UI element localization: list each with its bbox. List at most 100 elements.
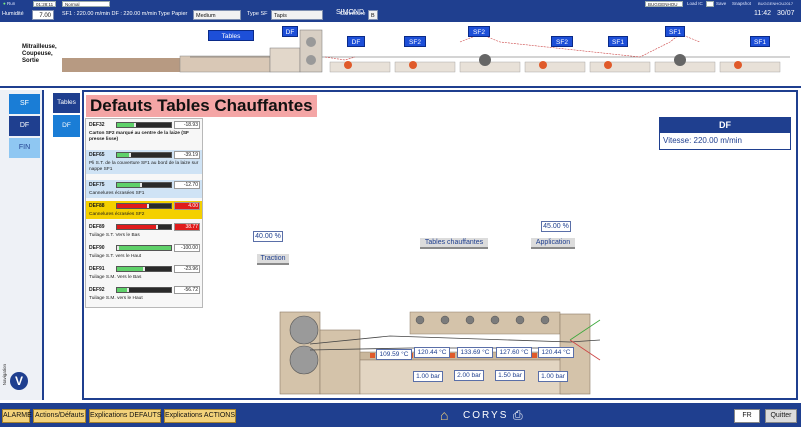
defect-row-def89[interactable]: DEF89 38.77: [86, 222, 202, 232]
language-button[interactable]: FR: [734, 409, 760, 423]
defect-level-bar: [116, 266, 172, 272]
traction-button[interactable]: Traction: [257, 254, 289, 265]
nav-df[interactable]: DF: [9, 116, 40, 136]
defect-level-bar: [116, 224, 172, 230]
temp-readout-2: 120.44 °C: [414, 347, 450, 358]
save-button[interactable]: Save: [716, 1, 726, 7]
brand-logo: CORYS: [463, 410, 509, 421]
defect-row-def90[interactable]: DEF90 -100.00: [86, 243, 202, 253]
sf2-station-button-2[interactable]: SF2: [551, 36, 573, 47]
cutter-unit: [179, 55, 271, 73]
toolbar: Humidité 7.00 SF1 : 220.00 m/min DF : 22…: [0, 8, 801, 22]
defect-desc-def75: Cannelures écrasées SF1: [86, 190, 202, 198]
top-status-strip: ● Run 01:28:11 Normal BUGGENHOU Load IC …: [0, 0, 801, 8]
station-sf2b: [524, 61, 586, 73]
explications-actions-button[interactable]: Explications ACTIONS: [164, 409, 236, 423]
defect-value: 4.00: [174, 202, 200, 210]
actions-defauts-button[interactable]: Actions/Défauts: [33, 409, 86, 423]
df-speed-panel: DF Vitesse: 220.00 m/min: [659, 117, 791, 150]
defect-row-def91[interactable]: DEF91 -23.96: [86, 264, 202, 274]
defect-level-bar: [116, 245, 172, 251]
station-sf2a: [394, 61, 456, 73]
date-display: 30/07: [777, 10, 795, 17]
home-icon[interactable]: ⌂: [440, 407, 448, 423]
session-label: BUGGENHOU2017: [758, 1, 794, 6]
defect-list[interactable]: DEF32 -18.93 Carton SF2 marqué au centre…: [85, 118, 203, 308]
df-speed-readout: Vitesse: 220.00 m/min: [663, 136, 743, 145]
defect-code: DEF88: [89, 203, 105, 209]
defect-value: -56.72: [174, 286, 200, 294]
tables-chauffantes-button[interactable]: Tables chauffantes: [420, 238, 488, 249]
defect-row-def32[interactable]: DEF32 -18.93: [86, 120, 202, 130]
double-facer: [269, 47, 301, 73]
defect-code: DEF65: [89, 152, 105, 158]
preheater-roll-bottom: [306, 55, 316, 65]
preheater-tower: [299, 29, 323, 73]
df-section-button[interactable]: DF: [282, 26, 298, 37]
quit-button[interactable]: Quitter: [765, 409, 797, 423]
station-sf1a: [589, 61, 651, 73]
time-display: 11:42: [754, 10, 771, 17]
defect-row-def65[interactable]: DEF65 -39.19: [86, 150, 202, 160]
run-label: Run: [6, 1, 16, 6]
user-select[interactable]: BUGGENHOU: [645, 1, 683, 7]
weight-roll-frame: [409, 311, 561, 335]
nav-fin[interactable]: FIN: [9, 138, 40, 158]
defect-value: -39.19: [174, 151, 200, 159]
run-icon: ●: [3, 1, 6, 6]
speed-info: SF1 : 220.00 m/min DF : 220.00 m/min: [62, 11, 157, 17]
paper-type-select[interactable]: Medium: [193, 10, 241, 20]
alarme-button[interactable]: ALARME: [2, 409, 32, 423]
run-indicator[interactable]: ● Run: [3, 1, 15, 7]
defect-level-bar: [116, 182, 172, 188]
sf-type-select[interactable]: Tapis: [271, 10, 323, 20]
tab-tables[interactable]: Tables: [53, 93, 80, 113]
df-station-button[interactable]: DF: [347, 36, 365, 47]
defect-row-def75[interactable]: DEF75 -12.70: [86, 180, 202, 190]
application-button[interactable]: Application: [531, 238, 575, 249]
preheater-roll-top: [306, 37, 316, 47]
defect-desc-def32: Carton SF2 marqué au centre de la laize …: [86, 130, 202, 144]
cannelure-select[interactable]: B: [368, 10, 378, 20]
temp-readout-4: 127.60 °C: [496, 347, 532, 358]
nav-sf[interactable]: SF: [9, 94, 40, 114]
pressure-readout-4: 1.00 bar: [538, 371, 568, 382]
sf1-station-button-1[interactable]: SF1: [608, 36, 628, 47]
application-value[interactable]: 45.00 %: [541, 221, 571, 232]
clock-field: 01:28:11: [33, 1, 57, 7]
paper-type-label: Type Papier: [158, 11, 188, 17]
snapshot-button[interactable]: Snapshot: [732, 1, 751, 7]
tables-section-button[interactable]: Tables: [208, 30, 254, 41]
defect-value: -12.70: [174, 181, 200, 189]
temp-readout-1: 109.59 °C: [376, 349, 412, 360]
sf2-station-button-1[interactable]: SF2: [404, 36, 426, 47]
sf1-main-button[interactable]: SF1: [665, 26, 685, 37]
web-dash-2: [459, 33, 701, 58]
defect-code: DEF91: [89, 266, 105, 272]
defect-row-def92[interactable]: DEF92 -56.72: [86, 285, 202, 295]
humidity-input[interactable]: 7.00: [32, 10, 54, 20]
defect-value: -18.93: [174, 121, 200, 129]
output-stack: [62, 58, 192, 72]
sf1-station-button-2[interactable]: SF1: [750, 36, 770, 47]
sf-type-label: Type SF: [247, 11, 268, 17]
defect-value: -23.96: [174, 265, 200, 273]
defect-row-def88[interactable]: DEF88 4.00: [86, 201, 202, 211]
load-ic-button[interactable]: Load IC: [687, 1, 703, 7]
defect-desc-def89: Tuilage S.T. Vers le Bas: [89, 233, 140, 238]
print-icon[interactable]: ⎙: [513, 408, 523, 423]
tab-df[interactable]: DF: [53, 115, 80, 137]
sf2-main-button[interactable]: SF2: [468, 26, 490, 37]
load-ic-field[interactable]: [706, 1, 714, 7]
explications-defauts-button[interactable]: Explications DEFAUTS: [89, 409, 162, 423]
traction-value[interactable]: 40.00 %: [253, 231, 283, 242]
mode-select[interactable]: Normal: [62, 1, 110, 7]
df-panel-title: DF: [660, 118, 790, 133]
page-title: Defauts Tables Chauffantes: [86, 95, 317, 117]
web-dash-1: [324, 56, 356, 61]
temp-readout-3: 133.69 °C: [457, 347, 493, 358]
pressure-readout-1: 1.00 bar: [413, 371, 443, 382]
defect-level-bar: [116, 287, 172, 293]
logo-icon: V: [10, 372, 28, 390]
cannelure-label: Cannelure: [340, 11, 366, 17]
